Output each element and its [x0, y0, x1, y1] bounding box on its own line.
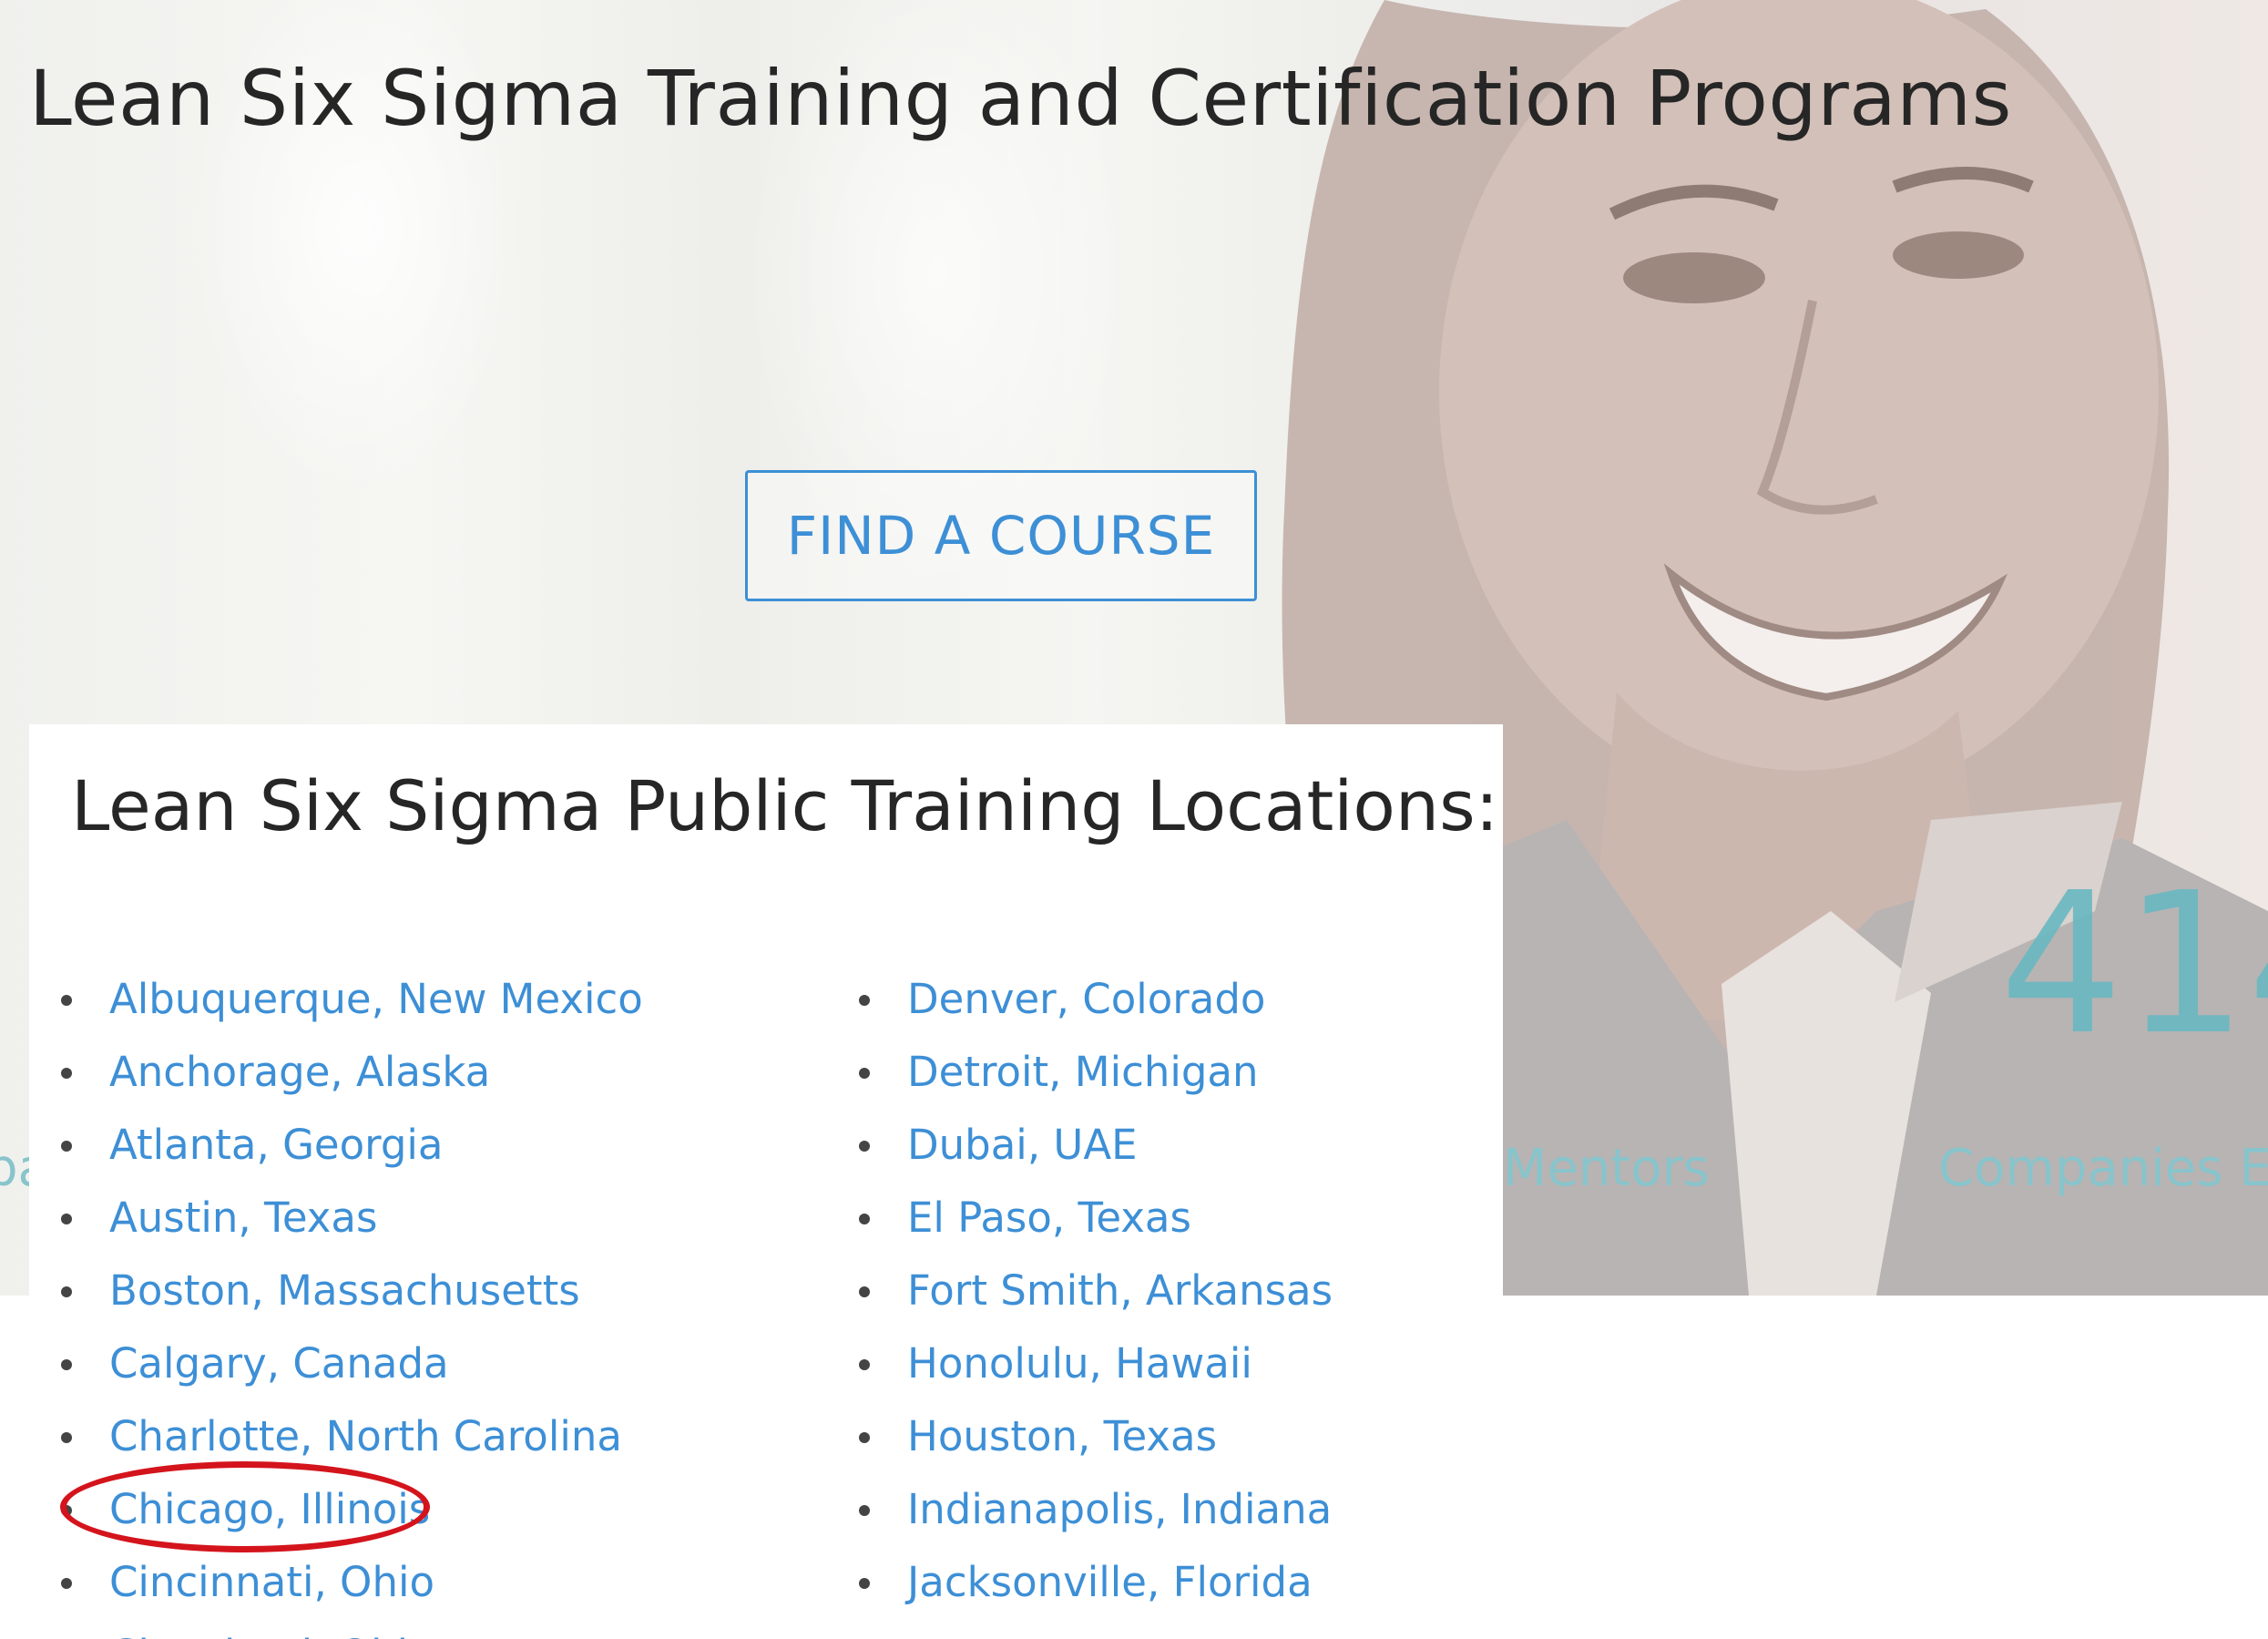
bullet-icon	[61, 1286, 72, 1297]
bullet-icon	[61, 1141, 72, 1152]
location-item: Dubai, UAE	[827, 1109, 1333, 1182]
location-item: Honolulu, Hawaii	[827, 1327, 1333, 1400]
training-locations-panel: Lean Six Sigma Public Training Locations…	[29, 724, 1503, 1639]
location-item: Detroit, Michigan	[827, 1036, 1333, 1109]
bullet-icon	[859, 1505, 870, 1516]
location-link-chicago[interactable]: Chicago, Illinois	[109, 1485, 430, 1533]
location-link-fort-smith[interactable]: Fort Smith, Arkansas	[907, 1266, 1333, 1315]
location-item: Denver, Colorado	[827, 963, 1333, 1036]
location-link-honolulu[interactable]: Honolulu, Hawaii	[907, 1339, 1252, 1388]
location-item: Fort Smith, Arkansas	[827, 1255, 1333, 1327]
location-link-jacksonville[interactable]: Jacksonville, Florida	[907, 1558, 1313, 1606]
bullet-icon	[859, 1578, 870, 1589]
location-item: Boston, Massachusetts	[29, 1255, 643, 1327]
bullet-icon	[859, 1068, 870, 1079]
location-link-denver[interactable]: Denver, Colorado	[907, 975, 1265, 1023]
location-item: Charlotte, North Carolina	[29, 1400, 643, 1473]
find-a-course-button[interactable]: FIND A COURSE	[745, 470, 1257, 601]
location-item: Chicago, Illinois	[29, 1473, 643, 1546]
location-item: Indianapolis, Indiana	[827, 1473, 1333, 1546]
stat-label-mentors: Mentors	[1503, 1139, 1710, 1198]
location-link-houston[interactable]: Houston, Texas	[907, 1412, 1217, 1460]
bullet-icon	[61, 1505, 72, 1516]
location-link-cleveland[interactable]: Cleveland, Ohio	[109, 1631, 434, 1639]
bullet-icon	[859, 995, 870, 1006]
location-item: Albuquerque, New Mexico	[29, 963, 643, 1036]
location-link-austin[interactable]: Austin, Texas	[109, 1193, 377, 1242]
stat-label-companies: Companies En	[1938, 1139, 2268, 1198]
location-link-anchorage[interactable]: Anchorage, Alaska	[109, 1048, 490, 1096]
location-item: Houston, Texas	[827, 1400, 1333, 1473]
bullet-icon	[859, 1141, 870, 1152]
bullet-icon	[61, 1432, 72, 1443]
stat-number: 414	[1999, 851, 2268, 1078]
location-link-albuquerque[interactable]: Albuquerque, New Mexico	[109, 975, 643, 1023]
location-link-calgary[interactable]: Calgary, Canada	[109, 1339, 449, 1388]
bullet-icon	[61, 1359, 72, 1370]
bullet-icon	[61, 1214, 72, 1224]
location-item: Anchorage, Alaska	[29, 1036, 643, 1109]
bullet-icon	[61, 1068, 72, 1079]
page-title: Lean Six Sigma Training and Certificatio…	[29, 54, 2012, 143]
location-link-boston[interactable]: Boston, Massachusetts	[109, 1266, 580, 1315]
location-link-detroit[interactable]: Detroit, Michigan	[907, 1048, 1259, 1096]
location-link-cincinnati[interactable]: Cincinnati, Ohio	[109, 1558, 434, 1606]
bullet-icon	[859, 1432, 870, 1443]
location-link-charlotte[interactable]: Charlotte, North Carolina	[109, 1412, 622, 1460]
bullet-icon	[859, 1214, 870, 1224]
locations-heading: Lean Six Sigma Public Training Locations…	[71, 765, 1499, 846]
location-item: Cleveland, Ohio	[29, 1619, 643, 1639]
location-link-atlanta[interactable]: Atlanta, Georgia	[109, 1121, 444, 1169]
location-item: Calgary, Canada	[29, 1327, 643, 1400]
location-item: Jacksonville, Florida	[827, 1546, 1333, 1619]
bullet-icon	[859, 1286, 870, 1297]
bullet-icon	[61, 1578, 72, 1589]
location-item: Atlanta, Georgia	[29, 1109, 643, 1182]
locations-list-column-2: Denver, Colorado Detroit, Michigan Dubai…	[827, 963, 1333, 1619]
bullet-icon	[61, 995, 72, 1006]
location-link-el-paso[interactable]: El Paso, Texas	[907, 1193, 1191, 1242]
bullet-icon	[859, 1359, 870, 1370]
location-link-dubai[interactable]: Dubai, UAE	[907, 1121, 1138, 1169]
location-item: Cincinnati, Ohio	[29, 1546, 643, 1619]
location-item: El Paso, Texas	[827, 1182, 1333, 1255]
location-link-indianapolis[interactable]: Indianapolis, Indiana	[907, 1485, 1332, 1533]
locations-list-column-1: Albuquerque, New Mexico Anchorage, Alask…	[29, 963, 643, 1639]
location-item: Austin, Texas	[29, 1182, 643, 1255]
